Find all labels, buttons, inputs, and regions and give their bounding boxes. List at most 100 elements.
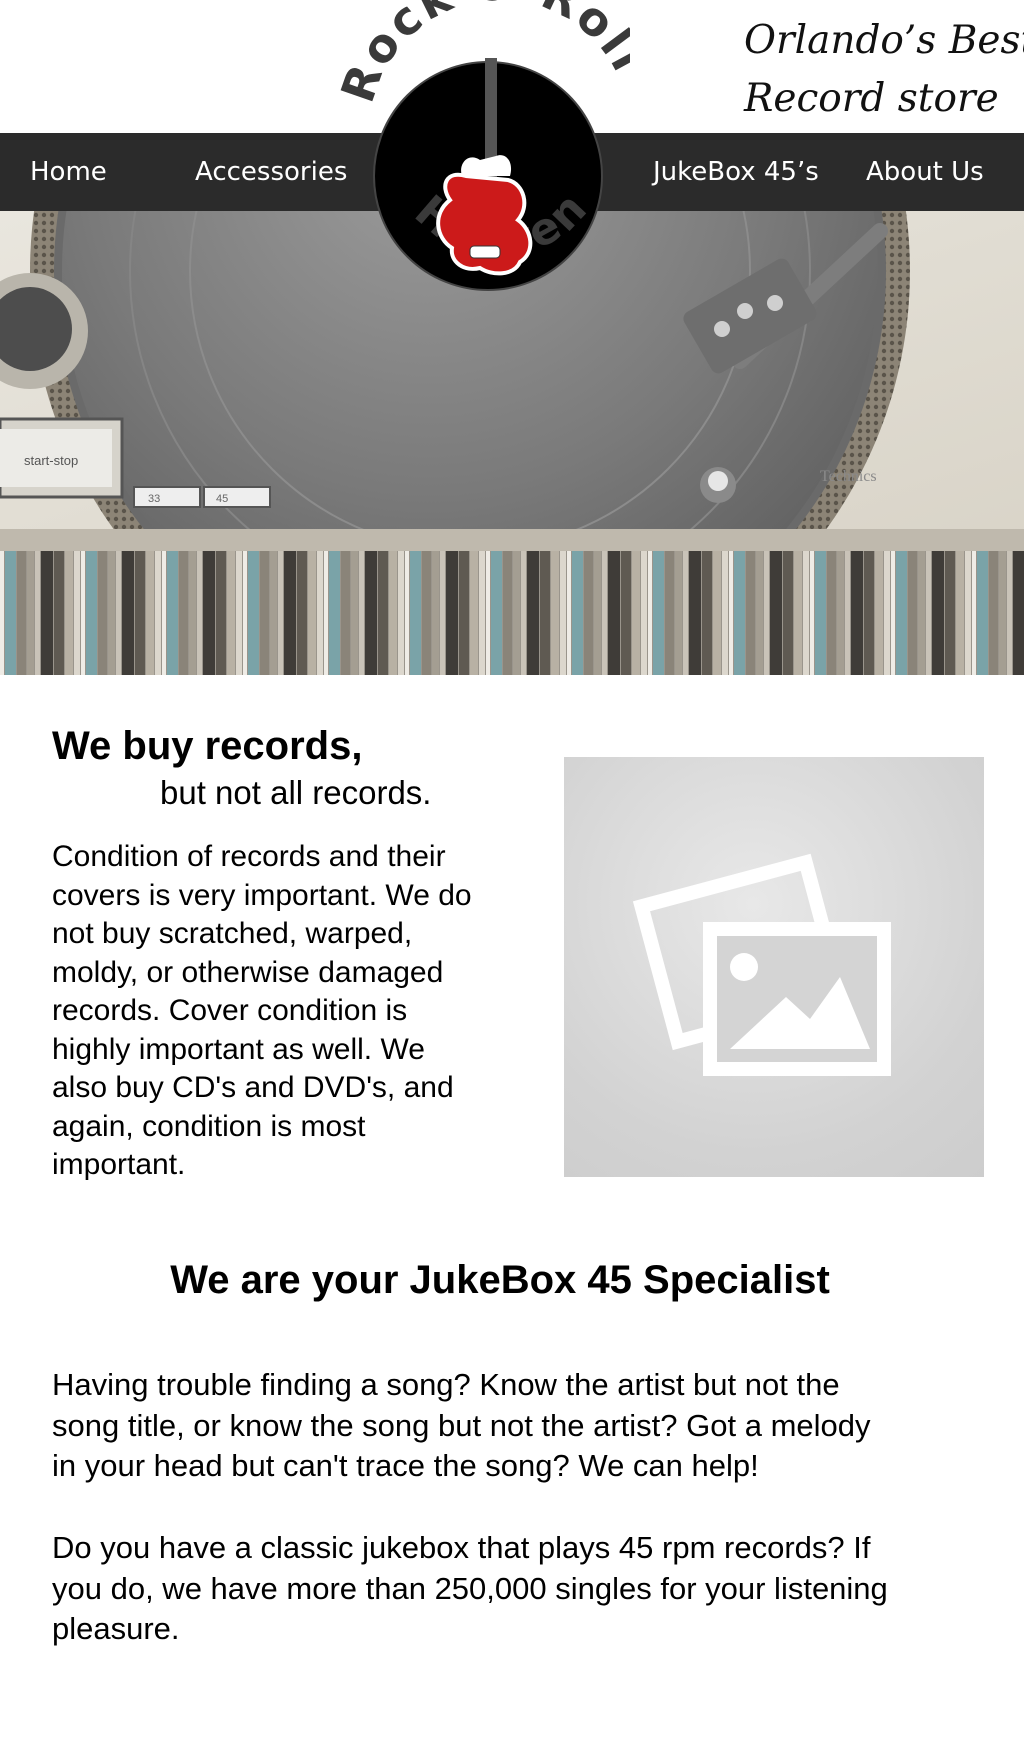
record-spine	[284, 549, 296, 675]
record-spine	[260, 549, 269, 675]
record-spine	[1013, 549, 1024, 675]
record-spine	[734, 549, 745, 675]
record-spine	[503, 549, 512, 675]
record-spine	[227, 549, 235, 675]
record-spine	[479, 549, 485, 675]
paragraph-line: covers is very important. We do	[52, 878, 472, 912]
paragraph-line: Having trouble finding a song? Know the …	[52, 1367, 840, 1402]
record-spine	[722, 549, 728, 675]
paragraph-line: not buy scratched, warped,	[52, 917, 413, 950]
jukebox-specialist-heading: We are your JukeBox 45 Specialist	[170, 1258, 830, 1302]
record-spine	[359, 549, 364, 675]
rock-and-roll-heaven-logo[interactable]: Rock & Roll Heaven	[330, 0, 654, 340]
record-spine	[108, 549, 115, 675]
record-spine	[297, 549, 307, 675]
record-spine	[632, 549, 640, 675]
record-spine	[5, 549, 16, 675]
record-spine	[648, 549, 652, 675]
picture-placeholder-icon	[632, 853, 891, 1076]
record-spine	[675, 549, 682, 675]
tagline-line-2: Record store	[744, 76, 999, 121]
record-spine	[815, 549, 826, 675]
record-spine	[317, 549, 323, 675]
record-spine	[86, 549, 97, 675]
nav-jukebox-45s[interactable]: JukeBox 45’s	[653, 133, 819, 211]
buy-records-subheading: but not all records.	[160, 774, 432, 811]
technics-brand-label: Technics	[820, 468, 877, 485]
nav-home[interactable]: Home	[30, 133, 107, 211]
record-spine	[351, 549, 358, 675]
record-spine	[908, 549, 917, 675]
record-spine	[572, 549, 583, 675]
record-spine	[932, 549, 944, 675]
record-spine	[389, 549, 397, 675]
record-spine	[977, 549, 988, 675]
record-spine	[189, 549, 196, 675]
record-spine	[803, 549, 809, 675]
paragraph-line: again, condition is most	[52, 1109, 366, 1143]
record-spine	[756, 549, 763, 675]
record-spine	[621, 549, 631, 675]
record-spine	[167, 549, 178, 675]
record-spine	[956, 549, 964, 675]
paragraph-line: also buy CD's and DVD's, and	[52, 1071, 454, 1104]
record-spine	[641, 549, 647, 675]
paragraph-line: Condition of records and their	[52, 840, 446, 873]
record-spine	[248, 549, 259, 675]
record-spine	[891, 549, 895, 675]
record-spine	[491, 549, 502, 675]
record-spine	[810, 549, 814, 675]
record-spine	[689, 549, 701, 675]
record-spine	[527, 549, 539, 675]
paragraph-line: song title, or know the song but not the…	[52, 1407, 871, 1443]
record-spine	[0, 549, 4, 675]
record-spine	[329, 549, 340, 675]
record-spine	[521, 549, 526, 675]
record-spine	[989, 549, 998, 675]
speed-33-label: 33	[148, 493, 160, 505]
paragraph-line: records. Cover condition is	[52, 994, 408, 1027]
buy-records-paragraph: Condition of records and their covers is…	[52, 838, 522, 1185]
record-spine	[116, 549, 121, 675]
tagline-line-1: Orlando’s Best	[744, 18, 1024, 63]
record-spine	[197, 549, 202, 675]
jukebox-singles-paragraph: Do you have a classic jukebox that plays…	[52, 1528, 992, 1650]
record-spine	[713, 549, 721, 675]
record-spine	[308, 549, 316, 675]
record-spine	[683, 549, 688, 675]
record-spine	[459, 549, 469, 675]
record-spine	[446, 549, 458, 675]
record-spine	[243, 549, 247, 675]
record-spine	[365, 549, 377, 675]
record-spine	[216, 549, 226, 675]
nav-about-us[interactable]: About Us	[866, 133, 984, 211]
nav-accessories[interactable]: Accessories	[195, 133, 347, 211]
record-spine	[746, 549, 755, 675]
record-spine	[602, 549, 607, 675]
record-spine	[851, 549, 863, 675]
record-spine	[770, 549, 782, 675]
buy-records-heading: We buy records,	[52, 724, 363, 768]
record-spine	[783, 549, 793, 675]
record-spine	[875, 549, 883, 675]
record-spine	[965, 549, 971, 675]
record-spine	[65, 549, 73, 675]
record-spine	[551, 549, 559, 675]
record-spine	[926, 549, 931, 675]
record-spine	[584, 549, 593, 675]
record-spine	[567, 549, 571, 675]
record-spine	[653, 549, 664, 675]
record-spine	[486, 549, 490, 675]
record-spine	[665, 549, 674, 675]
record-spine	[341, 549, 350, 675]
paragraph-line: important.	[52, 1148, 186, 1181]
record-spine	[864, 549, 874, 675]
record-spine	[513, 549, 520, 675]
record-spine	[17, 549, 26, 675]
record-spine	[470, 549, 478, 675]
record-spine	[764, 549, 769, 675]
record-spine	[972, 549, 976, 675]
speed-45-label: 45	[216, 493, 228, 505]
paragraph-line: pleasure.	[52, 1611, 180, 1646]
record-spine	[896, 549, 907, 675]
